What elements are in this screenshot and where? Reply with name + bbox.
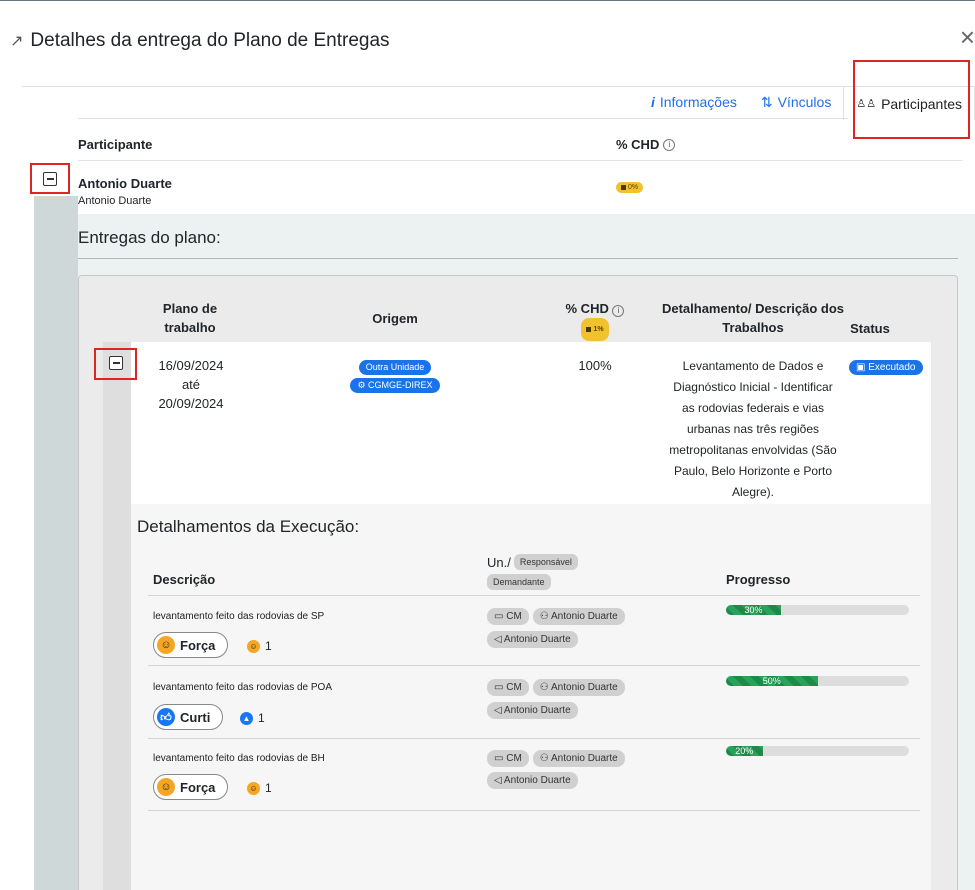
column-header-chd: % CHD i	[616, 137, 676, 152]
modal-header: ↗ Detalhes da entrega do Plano de Entreg…	[0, 0, 975, 86]
entregas-title: Entregas do plano:	[78, 228, 221, 247]
progress-fill: 20%	[726, 746, 763, 756]
progress-bar: 50%	[726, 676, 909, 686]
tabs-divider	[78, 118, 848, 119]
tab-informacoes[interactable]: i Informações	[639, 86, 749, 118]
tab-vinculos[interactable]: ⇅ Vínculos	[749, 86, 843, 118]
chd-badge: 0%	[616, 177, 644, 195]
modal-title-text: Detalhes da entrega do Plano de Entregas	[30, 30, 390, 51]
chd-header-label: % CHD	[616, 137, 660, 152]
tab-label: Vínculos	[777, 94, 832, 110]
tab-label: Informações	[659, 94, 737, 110]
participant-subtitle: Antonio Duarte	[78, 195, 152, 207]
row-divider	[148, 810, 920, 811]
unit-pills: ▭ CM ⚇ Antonio Duarte	[487, 750, 625, 767]
demandante-badge: ◁ Antonio Duarte	[487, 700, 578, 719]
unit-badge: ▭ CM	[487, 679, 529, 696]
unit-badge: ▭ CM	[487, 750, 529, 767]
plano-dates: 16/09/2024 até 20/09/2024	[145, 356, 237, 413]
progress-fill: 50%	[726, 676, 818, 686]
sort-arrows-icon: ⇅	[760, 93, 773, 110]
column-header-plano: Plano de trabalho	[162, 301, 218, 335]
reaction-count: ☺ 1	[247, 781, 272, 795]
thumbs-up-icon: ▲	[240, 711, 253, 725]
reaction-count: ▲ 1	[240, 711, 265, 725]
strength-emoji-icon: ☺	[157, 778, 175, 796]
info-icon: i	[650, 94, 655, 110]
column-header-un: Un./ Responsável	[487, 554, 578, 570]
detalhamento-text: Levantamento de Dados e Diagnóstico Inic…	[669, 359, 837, 499]
progress-bar: 20%	[726, 746, 909, 756]
column-header-origem: Origem	[372, 311, 418, 326]
column-header-detalhamento: Detalhamento/ Descrição dos Trabalhos	[661, 301, 845, 335]
bar-chart-icon	[621, 185, 626, 190]
date-start: 16/09/2024	[158, 358, 224, 373]
row-divider	[148, 595, 920, 596]
info-circle-icon[interactable]: i	[612, 304, 625, 317]
date-end: 20/09/2024	[158, 396, 224, 411]
execucao-title: Detalhamentos da Execução:	[137, 517, 360, 536]
column-header-status: Status	[850, 321, 890, 336]
strength-emoji-icon: ☺	[247, 781, 260, 795]
date-separator: até	[181, 377, 201, 392]
row-divider	[148, 738, 920, 739]
strength-emoji-icon: ☺	[247, 639, 260, 653]
execucao-descricao: levantamento feito das rodovias de SP	[153, 611, 325, 622]
reaction-button[interactable]: 👍︎ Curti	[153, 704, 224, 730]
info-circle-icon[interactable]: i	[663, 138, 676, 151]
responsavel-badge: ⚇ Antonio Duarte	[532, 608, 625, 625]
reaction-count: ☺ 1	[247, 639, 272, 653]
highlight-box-collapse	[94, 348, 137, 380]
progress-fill: 30%	[726, 605, 781, 615]
unit-pills: ▭ CM ⚇ Antonio Duarte	[487, 608, 625, 625]
row-divider	[78, 160, 963, 161]
unit-badge: ▭ CM	[487, 608, 529, 625]
demandante-label: Demandante	[487, 572, 551, 590]
responsavel-badge: ⚇ Antonio Duarte	[532, 750, 625, 767]
progress-bar: 30%	[726, 605, 909, 615]
responsavel-label: Responsável	[513, 554, 578, 570]
column-header-participante: Participante	[78, 137, 153, 152]
reaction-button[interactable]: ☺ Força	[153, 774, 229, 800]
demandante-badge: ◁ Antonio Duarte	[487, 770, 578, 789]
thumbs-up-icon: 👍︎	[157, 708, 175, 726]
execucao-descricao: levantamento feito das rodovias de POA	[153, 682, 332, 693]
highlight-box-collapse	[30, 163, 70, 194]
execucao-descricao: levantamento feito das rodovias de BH	[153, 753, 325, 764]
close-icon[interactable]: ×	[960, 24, 975, 50]
participant-name: Antonio Duarte	[78, 176, 172, 191]
column-header-progresso: Progresso	[726, 572, 791, 587]
unit-pills: ▭ CM ⚇ Antonio Duarte	[487, 679, 625, 696]
column-header-descricao: Descrição	[153, 572, 216, 587]
unit-badge: ⚙ CGMGE-DIREX	[350, 378, 440, 393]
column-header-chd-entrega: % CHD i 1%	[560, 299, 630, 341]
reaction-button[interactable]: ☺ Força	[153, 632, 229, 658]
entregas-divider	[78, 258, 958, 259]
chd-value: 100%	[578, 358, 612, 373]
strength-emoji-icon: ☺	[157, 636, 175, 654]
external-link-icon: ↗	[10, 33, 24, 50]
status-badge: ▣ Executado	[849, 357, 923, 375]
modal-title: ↗ Detalhes da entrega do Plano de Entreg…	[10, 30, 390, 52]
bar-chart-icon	[586, 327, 592, 332]
origem-badge: Outra Unidade	[358, 360, 432, 375]
entrega-indent	[103, 342, 131, 890]
highlight-box-participantes	[853, 60, 970, 139]
check-doc-icon: ▣	[856, 362, 869, 373]
responsavel-badge: ⚇ Antonio Duarte	[532, 679, 625, 696]
participant-indent	[34, 196, 78, 890]
demandante-badge: ◁ Antonio Duarte	[487, 629, 578, 648]
origem-cell: Outra Unidade ⚙ CGMGE-DIREX	[330, 357, 460, 393]
row-divider	[148, 665, 920, 666]
